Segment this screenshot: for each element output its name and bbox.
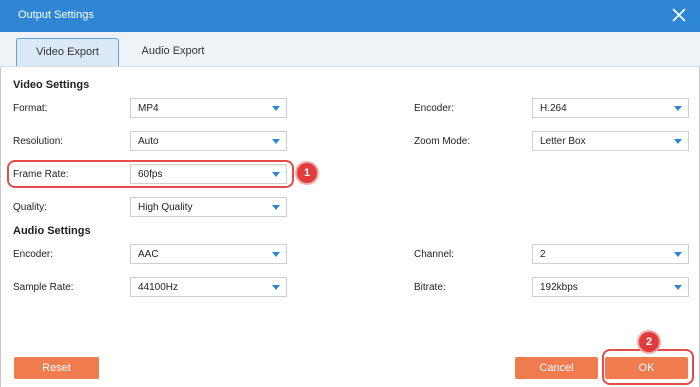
audio-encoder-select[interactable]: AAC (130, 244, 287, 264)
quality-value: High Quality (138, 202, 193, 213)
sample-rate-value: 44100Hz (138, 282, 179, 293)
chevron-down-icon (272, 205, 280, 210)
chevron-down-icon (674, 285, 682, 290)
video-encoder-select[interactable]: H.264 (532, 98, 689, 118)
sample-rate-label: Sample Rate: (13, 282, 74, 293)
format-select[interactable]: MP4 (130, 98, 287, 118)
resolution-select[interactable]: Auto (130, 131, 287, 151)
tab-audio-export[interactable]: Audio Export (128, 38, 218, 65)
title-bar: Output Settings (0, 0, 700, 32)
bitrate-value: 192kbps (540, 282, 578, 293)
cancel-button[interactable]: Cancel (515, 357, 598, 379)
resolution-value: Auto (138, 136, 159, 147)
format-label: Format: (13, 103, 48, 114)
channel-label: Channel: (414, 249, 455, 260)
audio-settings-heading: Audio Settings (13, 225, 91, 237)
chevron-down-icon (674, 106, 682, 111)
ok-button[interactable]: OK (605, 357, 688, 379)
step-2-badge: 2 (639, 332, 659, 352)
quality-select[interactable]: High Quality (130, 197, 287, 217)
zoom-mode-select[interactable]: Letter Box (532, 131, 689, 151)
chevron-down-icon (272, 252, 280, 257)
audio-encoder-value: AAC (138, 249, 159, 260)
channel-select[interactable]: 2 (532, 244, 689, 264)
tab-video-export[interactable]: Video Export (16, 38, 119, 66)
chevron-down-icon (272, 106, 280, 111)
channel-value: 2 (540, 249, 546, 260)
chevron-down-icon (272, 139, 280, 144)
audio-encoder-label: Encoder: (13, 249, 54, 260)
bitrate-select[interactable]: 192kbps (532, 277, 689, 297)
sample-rate-select[interactable]: 44100Hz (130, 277, 287, 297)
format-value: MP4 (138, 103, 159, 114)
video-settings-heading: Video Settings (13, 79, 90, 91)
tab-strip: Video Export Audio Export (0, 32, 700, 67)
bitrate-label: Bitrate: (414, 282, 446, 293)
frame-rate-highlight (7, 160, 294, 188)
zoom-mode-label: Zoom Mode: (414, 136, 471, 147)
step-1-badge: 1 (297, 163, 317, 183)
resolution-label: Resolution: (13, 136, 64, 147)
settings-panel: Video Settings Format: MP4 Encoder: H.26… (0, 67, 700, 387)
reset-button[interactable]: Reset (14, 357, 99, 379)
zoom-mode-value: Letter Box (540, 136, 586, 147)
chevron-down-icon (272, 285, 280, 290)
window-title: Output Settings (18, 9, 94, 21)
video-encoder-value: H.264 (540, 103, 567, 114)
video-encoder-label: Encoder: (414, 103, 455, 114)
close-icon[interactable] (670, 6, 688, 24)
chevron-down-icon (674, 252, 682, 257)
chevron-down-icon (674, 139, 682, 144)
quality-label: Quality: (13, 202, 47, 213)
